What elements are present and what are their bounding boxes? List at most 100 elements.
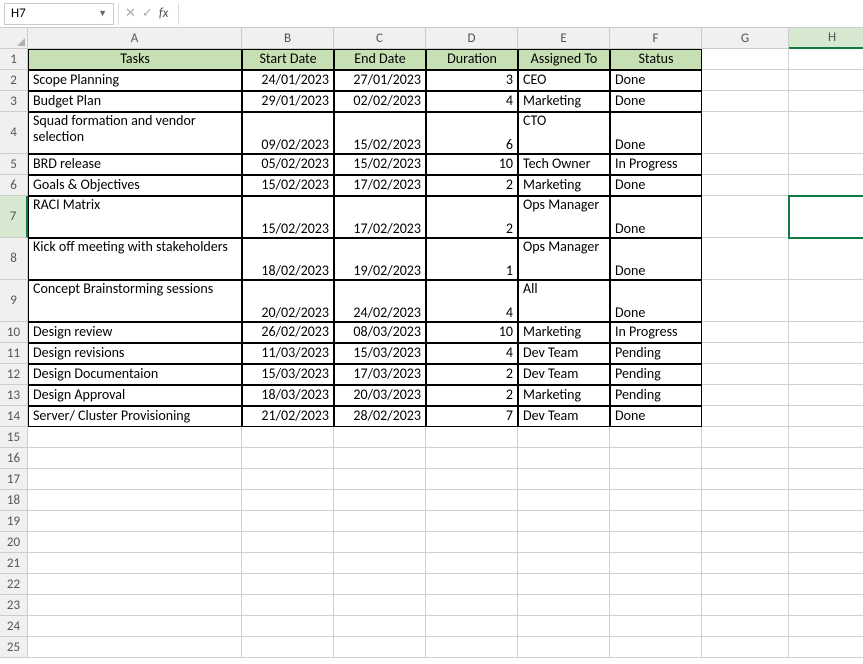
cell-D18[interactable] bbox=[426, 490, 518, 511]
col-head-H[interactable]: H bbox=[789, 28, 863, 49]
cell-F20[interactable] bbox=[610, 532, 702, 553]
col-head-F[interactable]: F bbox=[610, 28, 702, 49]
cell-C18[interactable] bbox=[334, 490, 426, 511]
cell-H12[interactable] bbox=[789, 364, 863, 385]
cell-G16[interactable] bbox=[702, 448, 789, 469]
cell-B15[interactable] bbox=[242, 427, 334, 448]
row-head-16[interactable]: 16 bbox=[0, 448, 28, 469]
cell-E24[interactable] bbox=[518, 616, 610, 637]
cell-end[interactable]: 15/02/2023 bbox=[334, 154, 426, 175]
cell-who[interactable]: Marketing bbox=[518, 385, 610, 406]
cell-end[interactable]: 24/02/2023 bbox=[334, 280, 426, 322]
cell-A18[interactable] bbox=[28, 490, 242, 511]
row-head-2[interactable]: 2 bbox=[0, 70, 28, 91]
cell-D16[interactable] bbox=[426, 448, 518, 469]
cell-status[interactable]: In Progress bbox=[610, 154, 702, 175]
cell-D24[interactable] bbox=[426, 616, 518, 637]
cell-A16[interactable] bbox=[28, 448, 242, 469]
cell-G23[interactable] bbox=[702, 595, 789, 616]
select-all-corner[interactable] bbox=[0, 28, 28, 49]
cell-who[interactable]: Dev Team bbox=[518, 343, 610, 364]
col-head-G[interactable]: G bbox=[702, 28, 789, 49]
cell-H22[interactable] bbox=[789, 574, 863, 595]
cell-H3[interactable] bbox=[789, 91, 863, 112]
cell-E20[interactable] bbox=[518, 532, 610, 553]
cell-A21[interactable] bbox=[28, 553, 242, 574]
cell-F17[interactable] bbox=[610, 469, 702, 490]
cell-A24[interactable] bbox=[28, 616, 242, 637]
cell-start[interactable]: 29/01/2023 bbox=[242, 91, 334, 112]
cell-G24[interactable] bbox=[702, 616, 789, 637]
cell-B23[interactable] bbox=[242, 595, 334, 616]
cell-G5[interactable] bbox=[702, 154, 789, 175]
row-head-10[interactable]: 10 bbox=[0, 322, 28, 343]
cell-dur[interactable]: 2 bbox=[426, 175, 518, 196]
row-head-9[interactable]: 9 bbox=[0, 280, 28, 322]
cell-who[interactable]: Dev Team bbox=[518, 406, 610, 427]
cell-dur[interactable]: 10 bbox=[426, 322, 518, 343]
cell-A23[interactable] bbox=[28, 595, 242, 616]
cell-task[interactable]: Design review bbox=[28, 322, 242, 343]
cell-status[interactable]: Done bbox=[610, 196, 702, 238]
cell-A19[interactable] bbox=[28, 511, 242, 532]
cell-who[interactable]: Marketing bbox=[518, 91, 610, 112]
cell-H23[interactable] bbox=[789, 595, 863, 616]
row-head-21[interactable]: 21 bbox=[0, 553, 28, 574]
cancel-icon[interactable]: ✕ bbox=[125, 6, 136, 21]
header-a[interactable]: Tasks bbox=[28, 49, 242, 70]
cell-G6[interactable] bbox=[702, 175, 789, 196]
cell-H13[interactable] bbox=[789, 385, 863, 406]
cell-B20[interactable] bbox=[242, 532, 334, 553]
cell-start[interactable]: 26/02/2023 bbox=[242, 322, 334, 343]
cell-B19[interactable] bbox=[242, 511, 334, 532]
row-head-1[interactable]: 1 bbox=[0, 49, 28, 70]
cell-H4[interactable] bbox=[789, 112, 863, 154]
cell-C16[interactable] bbox=[334, 448, 426, 469]
cell-G1[interactable] bbox=[702, 49, 789, 70]
row-head-20[interactable]: 20 bbox=[0, 532, 28, 553]
cell-F24[interactable] bbox=[610, 616, 702, 637]
cell-task[interactable]: Design Documentaion bbox=[28, 364, 242, 385]
row-head-15[interactable]: 15 bbox=[0, 427, 28, 448]
cell-status[interactable]: Done bbox=[610, 280, 702, 322]
cell-who[interactable]: Marketing bbox=[518, 175, 610, 196]
cell-F19[interactable] bbox=[610, 511, 702, 532]
cell-end[interactable]: 19/02/2023 bbox=[334, 238, 426, 280]
cell-status[interactable]: Done bbox=[610, 112, 702, 154]
cell-status[interactable]: Pending bbox=[610, 385, 702, 406]
row-head-17[interactable]: 17 bbox=[0, 469, 28, 490]
cell-G19[interactable] bbox=[702, 511, 789, 532]
header-e[interactable]: Assigned To bbox=[518, 49, 610, 70]
row-head-7[interactable]: 7 bbox=[0, 196, 28, 238]
cell-dur[interactable]: 2 bbox=[426, 364, 518, 385]
cell-start[interactable]: 18/03/2023 bbox=[242, 385, 334, 406]
cell-G15[interactable] bbox=[702, 427, 789, 448]
cell-status[interactable]: Done bbox=[610, 70, 702, 91]
row-head-11[interactable]: 11 bbox=[0, 343, 28, 364]
cell-F21[interactable] bbox=[610, 553, 702, 574]
cell-H19[interactable] bbox=[789, 511, 863, 532]
cell-end[interactable]: 02/02/2023 bbox=[334, 91, 426, 112]
cell-C17[interactable] bbox=[334, 469, 426, 490]
cell-H9[interactable] bbox=[789, 280, 863, 322]
col-head-B[interactable]: B bbox=[242, 28, 334, 49]
cell-start[interactable]: 11/03/2023 bbox=[242, 343, 334, 364]
cell-status[interactable]: Pending bbox=[610, 364, 702, 385]
name-box[interactable]: H7 ▼ bbox=[4, 3, 114, 25]
cell-A17[interactable] bbox=[28, 469, 242, 490]
cell-start[interactable]: 15/03/2023 bbox=[242, 364, 334, 385]
cell-H20[interactable] bbox=[789, 532, 863, 553]
cell-H16[interactable] bbox=[789, 448, 863, 469]
cell-D23[interactable] bbox=[426, 595, 518, 616]
row-head-6[interactable]: 6 bbox=[0, 175, 28, 196]
cell-who[interactable]: Tech Owner bbox=[518, 154, 610, 175]
cell-G3[interactable] bbox=[702, 91, 789, 112]
row-head-22[interactable]: 22 bbox=[0, 574, 28, 595]
cell-D21[interactable] bbox=[426, 553, 518, 574]
cell-B25[interactable] bbox=[242, 637, 334, 658]
cell-end[interactable]: 08/03/2023 bbox=[334, 322, 426, 343]
row-head-25[interactable]: 25 bbox=[0, 637, 28, 658]
cell-C23[interactable] bbox=[334, 595, 426, 616]
cell-dur[interactable]: 1 bbox=[426, 238, 518, 280]
cell-dur[interactable]: 6 bbox=[426, 112, 518, 154]
